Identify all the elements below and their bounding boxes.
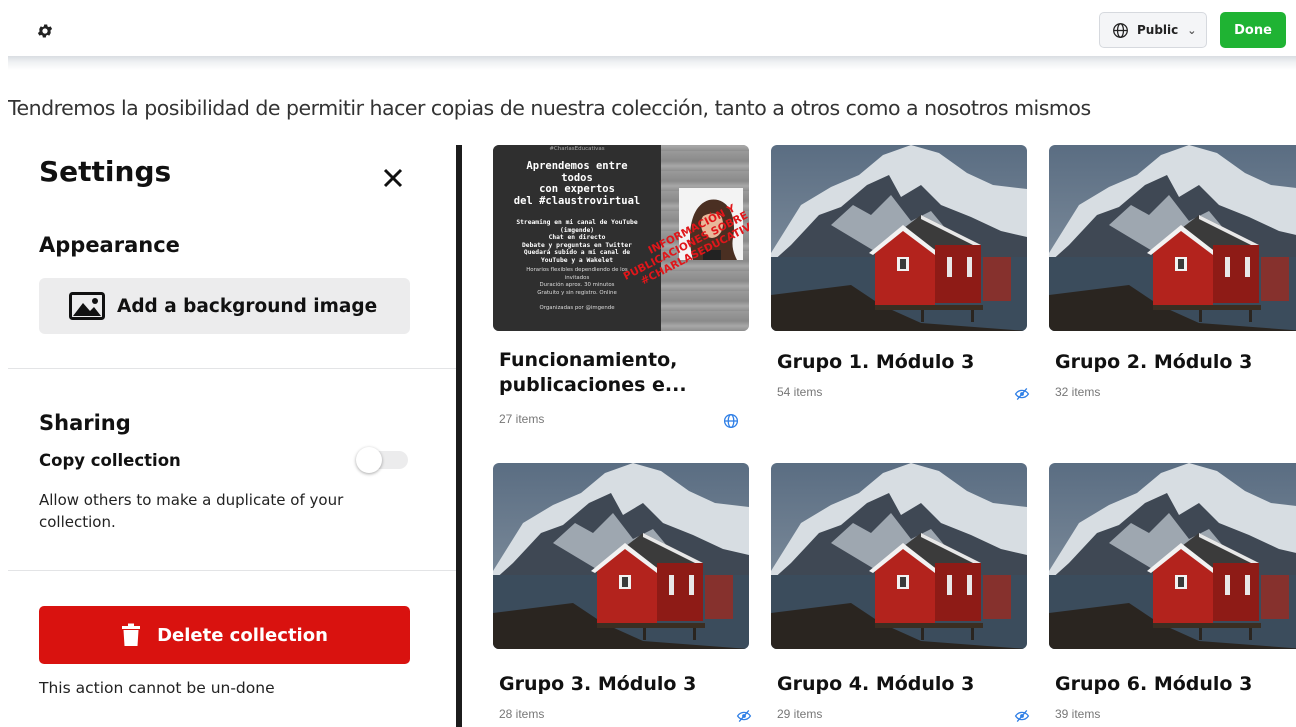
- appearance-heading: Appearance: [39, 233, 180, 257]
- cabin-landscape-image: [493, 463, 749, 649]
- collection-card[interactable]: #CharlasEducativas Aprendemos entre todo…: [493, 145, 749, 435]
- cabin-landscape-image: [771, 145, 1027, 331]
- collection-thumbnail: [1049, 145, 1296, 331]
- top-toolbar: Public ⌄ Done: [0, 0, 1296, 58]
- delete-warning: This action cannot be un-done: [39, 679, 275, 697]
- settings-title: Settings: [39, 155, 172, 188]
- settings-panel: Settings Appearance Add a background ima…: [0, 145, 456, 727]
- close-icon[interactable]: [380, 165, 406, 191]
- collection-card[interactable]: Grupo 3. Módulo 3 28 items: [493, 463, 752, 727]
- hidden-eye-icon: [736, 709, 752, 723]
- cabin-landscape-image: [1049, 145, 1296, 331]
- hidden-eye-icon: [1014, 709, 1030, 723]
- globe-icon: [1113, 22, 1128, 38]
- trash-icon: [122, 623, 141, 646]
- copy-collection-label: Copy collection: [39, 451, 181, 470]
- collection-thumbnail: [771, 463, 1027, 649]
- delete-collection-button[interactable]: Delete collection: [39, 606, 410, 664]
- collection-title: Grupo 2. Módulo 3: [1055, 351, 1253, 373]
- collection-title: Grupo 4. Módulo 3: [777, 673, 975, 695]
- collection-card[interactable]: Grupo 4. Módulo 3 29 items: [771, 463, 1030, 727]
- collection-item-count: 39 items: [1055, 707, 1101, 721]
- collection-item-count: 27 items: [499, 412, 545, 426]
- copy-collection-description: Allow others to make a duplicate of your…: [39, 491, 344, 531]
- collection-item-count: 54 items: [777, 385, 823, 399]
- collection-title: Funcionamiento, publicaciones e...: [499, 349, 687, 396]
- copy-collection-toggle[interactable]: [356, 447, 408, 473]
- collection-card[interactable]: Grupo 2. Módulo 3 32 items: [1049, 145, 1296, 405]
- collection-thumbnail: [771, 145, 1027, 331]
- cabin-landscape-image: [771, 463, 1027, 649]
- done-button[interactable]: Done: [1220, 12, 1286, 48]
- gear-icon: [37, 24, 53, 38]
- collection-thumbnail: [1049, 463, 1296, 649]
- sharing-heading: Sharing: [39, 411, 131, 435]
- chevron-down-icon: ⌄: [1187, 23, 1197, 37]
- panel-separator: [456, 145, 462, 727]
- globe-icon: [723, 413, 739, 429]
- add-background-image-button[interactable]: Add a background image: [39, 278, 410, 334]
- visibility-dropdown[interactable]: Public ⌄: [1099, 12, 1207, 48]
- poster-image: #CharlasEducativas Aprendemos entre todo…: [493, 145, 749, 331]
- section-divider: [8, 368, 456, 369]
- toggle-knob: [356, 447, 382, 473]
- collection-title: Grupo 6. Módulo 3: [1055, 673, 1253, 695]
- collection-thumbnail: #CharlasEducativas Aprendemos entre todo…: [493, 145, 749, 331]
- toolbar-divider: [8, 56, 1296, 70]
- collection-title: Grupo 3. Módulo 3: [499, 673, 697, 695]
- collection-item-count: 32 items: [1055, 385, 1101, 399]
- settings-button[interactable]: [28, 14, 62, 48]
- collection-card[interactable]: Grupo 6. Módulo 3 39 items: [1049, 463, 1296, 727]
- collection-card[interactable]: Grupo 1. Módulo 3 54 items: [771, 145, 1030, 405]
- hidden-eye-icon: [1014, 387, 1030, 401]
- add-background-label: Add a background image: [117, 295, 378, 317]
- poster-heading: Aprendemos entre todos con expertos del …: [513, 160, 641, 207]
- collection-title: Grupo 1. Módulo 3: [777, 351, 975, 373]
- collection-thumbnail: [493, 463, 749, 649]
- poster-tag: #CharlasEducativas: [549, 146, 605, 152]
- collection-item-count: 29 items: [777, 707, 823, 721]
- image-icon: [69, 292, 105, 320]
- visibility-label: Public: [1137, 23, 1179, 37]
- collection-item-count: 28 items: [499, 707, 545, 721]
- cabin-landscape-image: [1049, 463, 1296, 649]
- delete-collection-label: Delete collection: [157, 624, 328, 646]
- section-divider: [8, 570, 456, 571]
- caption-text: Tendremos la posibilidad de permitir hac…: [8, 96, 1091, 120]
